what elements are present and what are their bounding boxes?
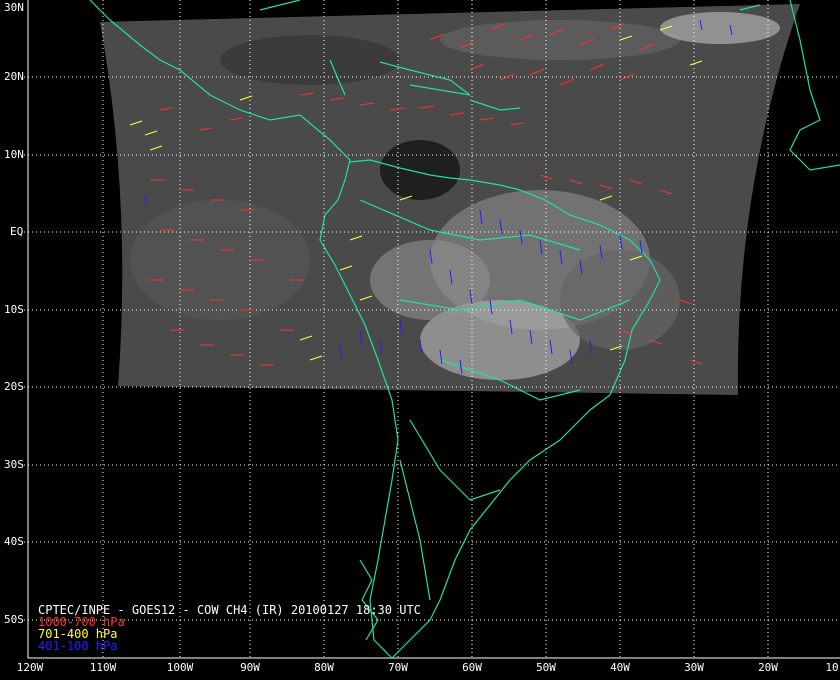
lat-label-10n: 10N — [4, 148, 24, 161]
lon-label-30w: 30W — [684, 661, 704, 674]
lon-label-120w: 120W — [16, 661, 44, 674]
lat-label-20s: 20S — [4, 380, 24, 393]
lat-label-30n: 30N — [4, 1, 24, 14]
lat-label-eq: EQ — [10, 225, 24, 238]
lat-label-50s: 50S — [4, 613, 24, 626]
legend-high-level: 401-100 hPa — [38, 639, 118, 653]
lon-label-100w: 100W — [166, 661, 194, 674]
lon-label-110w: 110W — [89, 661, 117, 674]
lon-label-20w: 20W — [758, 661, 778, 674]
lat-label-30s: 30S — [4, 458, 24, 471]
lat-label-20n: 20N — [4, 70, 24, 83]
lat-label-40s: 40S — [4, 535, 24, 548]
lon-label-90w: 90W — [240, 661, 260, 674]
satellite-map — [0, 0, 840, 680]
lon-label-10: 10 — [825, 661, 839, 674]
lon-label-60w: 60W — [462, 661, 482, 674]
map-caption: CPTEC/INPE - GOES12 - COW CH4 (IR) 20100… — [38, 604, 421, 652]
lon-label-70w: 70W — [388, 661, 408, 674]
lat-label-10s: 10S — [4, 303, 24, 316]
lon-label-40w: 40W — [610, 661, 630, 674]
lon-label-50w: 50W — [536, 661, 556, 674]
lon-label-80w: 80W — [314, 661, 334, 674]
